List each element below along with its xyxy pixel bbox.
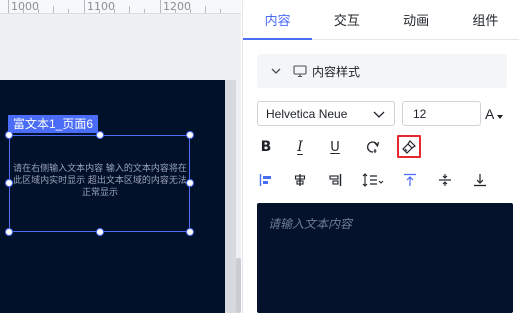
align-top-button[interactable]	[399, 169, 421, 191]
caret-down-icon	[497, 114, 504, 119]
chevron-down-icon	[269, 64, 283, 78]
tab-content[interactable]: 内容	[243, 0, 313, 40]
font-size-value: 12	[413, 106, 427, 121]
align-center-button[interactable]	[289, 169, 311, 191]
resize-handle-right[interactable]	[186, 179, 194, 187]
properties-panel: 内容 交互 动画 组件 内容样式 Helvetica Neue 12 A B I…	[242, 0, 519, 313]
align-bottom-button[interactable]	[469, 169, 491, 191]
resize-handle-bottom[interactable]	[96, 228, 104, 236]
element-name-badge: 富文本1_页面6	[8, 115, 99, 133]
vertical-scrollbar[interactable]	[236, 258, 241, 313]
section-title: 内容样式	[312, 64, 361, 79]
line-height-icon	[362, 173, 384, 187]
align-bottom-icon	[474, 174, 486, 187]
italic-icon: I	[297, 139, 303, 155]
tab-component[interactable]: 组件	[451, 0, 519, 39]
resize-handle-left[interactable]	[5, 179, 13, 187]
format-brush-icon	[402, 139, 416, 154]
text-color-icon: A	[485, 105, 495, 122]
align-left-icon	[259, 174, 271, 186]
rich-text-line: 此区域内实时显示 超出文本区域的内容无法	[13, 176, 187, 186]
clear-format-icon	[366, 141, 380, 153]
italic-button[interactable]: I	[289, 136, 311, 158]
rich-text-line: 请在右侧输入文本内容 输入的文本内容将在	[13, 164, 187, 174]
panel-tabs: 内容 交互 动画 组件	[243, 0, 519, 40]
line-height-button[interactable]	[360, 169, 386, 191]
resize-handle-top-left[interactable]	[5, 131, 13, 139]
align-right-icon	[329, 174, 342, 186]
horizontal-ruler: 1000 1100 1200	[0, 0, 241, 14]
chevron-down-icon	[373, 109, 385, 123]
format-brush-button[interactable]	[397, 135, 421, 158]
tab-animation[interactable]: 动画	[382, 0, 451, 39]
rich-text-content: 请在右侧输入文本内容 输入的文本内容将在 此区域内实时显示 超出文本区域的内容无…	[10, 163, 190, 199]
resize-handle-bottom-left[interactable]	[5, 228, 13, 236]
rich-text-editor[interactable]: 请输入文本内容	[257, 203, 513, 313]
bold-button[interactable]: B	[255, 136, 277, 158]
resize-handle-top-right[interactable]	[186, 131, 194, 139]
resize-handle-bottom-right[interactable]	[186, 228, 194, 236]
underline-button[interactable]: U	[324, 136, 346, 158]
align-right-button[interactable]	[324, 169, 346, 191]
font-family-value: Helvetica Neue	[266, 106, 348, 121]
editor-placeholder: 请输入文本内容	[268, 217, 353, 231]
align-middle-button[interactable]	[434, 169, 456, 191]
canvas-edge	[225, 80, 236, 313]
canvas-area[interactable]: 1000 1100 1200 富文本1_页面6 请在右侧输入文本内容 输入的文本…	[0, 0, 241, 313]
align-middle-icon	[439, 174, 451, 186]
content-style-section-header[interactable]: 内容样式	[257, 54, 507, 88]
font-family-select[interactable]: Helvetica Neue	[257, 101, 395, 126]
font-size-input[interactable]: 12	[402, 101, 481, 126]
monitor-icon	[293, 64, 307, 78]
align-top-icon	[404, 173, 416, 186]
underline-icon: U	[330, 139, 340, 155]
bold-icon: B	[260, 139, 272, 155]
ruler-label: 1000	[11, 0, 39, 13]
resize-handle-top[interactable]	[96, 131, 104, 139]
clear-format-button[interactable]	[362, 136, 384, 158]
rich-text-line: 正常显示	[81, 188, 118, 198]
ruler-label: 1200	[163, 0, 191, 13]
tab-interaction[interactable]: 交互	[312, 0, 381, 39]
align-left-button[interactable]	[255, 169, 277, 191]
align-center-icon	[294, 174, 306, 186]
text-color-button[interactable]: A	[485, 101, 513, 126]
ruler-label: 1100	[87, 0, 115, 13]
